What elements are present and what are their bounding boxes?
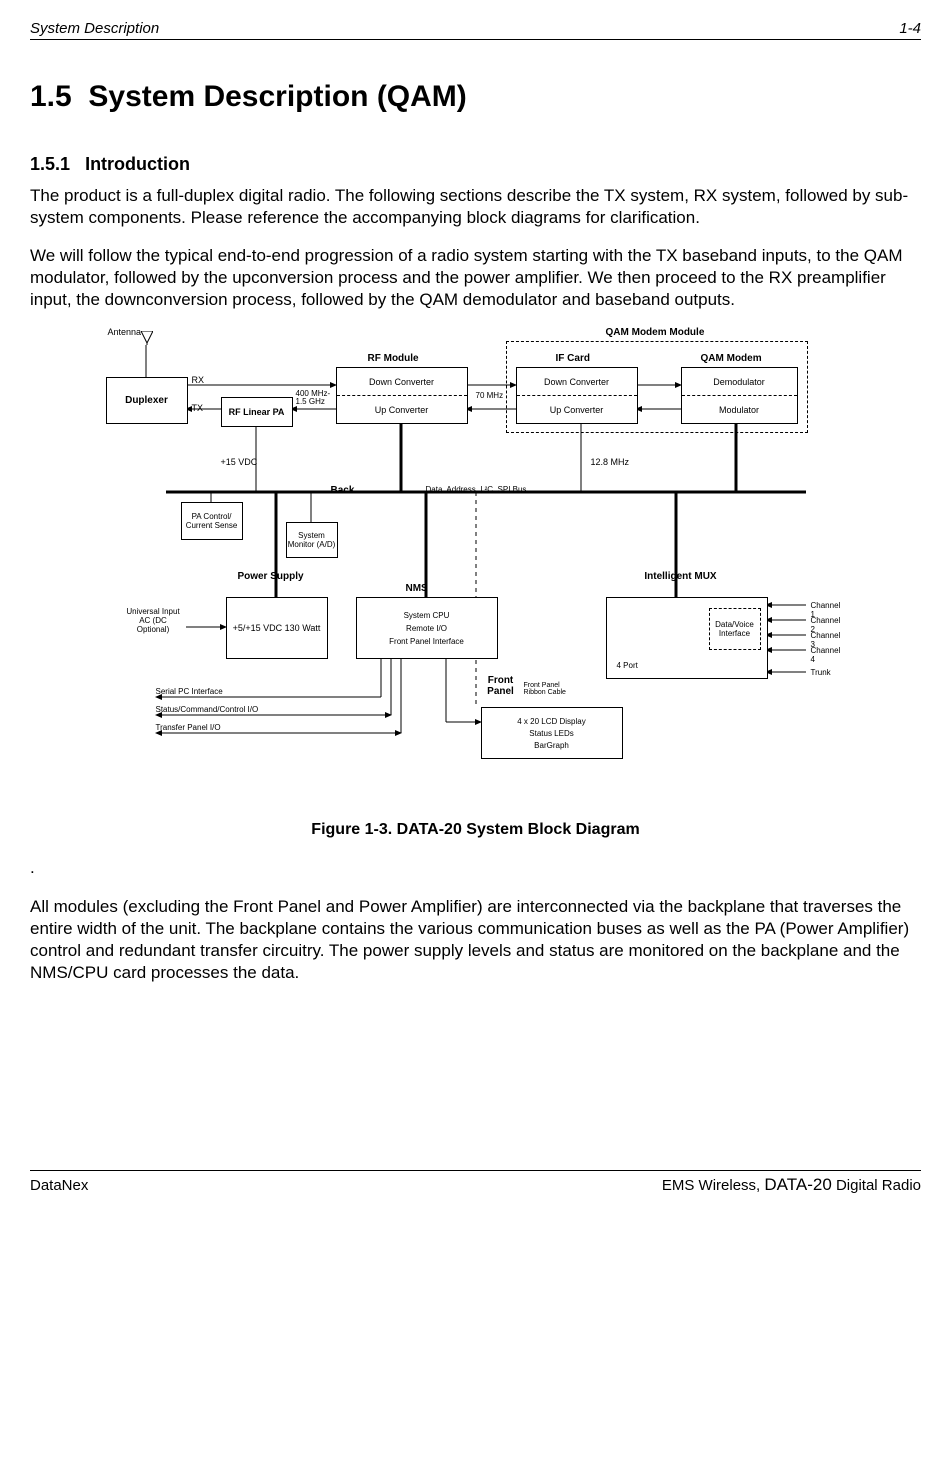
nms-box: System CPU Remote I/O Front Panel Interf… [356, 597, 498, 659]
rf-linear-pa-box: RF Linear PA [221, 397, 293, 427]
figure-caption: Figure 1-3. DATA-20 System Block Diagram [30, 821, 921, 839]
trunk-label: Trunk [811, 668, 831, 677]
subsection-number: 1.5.1 [30, 154, 70, 174]
footer-right-product: DATA-20 [764, 1175, 831, 1194]
rf-up-converter: Up Converter [337, 396, 467, 423]
rx-label: RX [192, 375, 205, 385]
if-down-converter: Down Converter [517, 368, 637, 396]
if-card-box: Down Converter Up Converter [516, 367, 638, 424]
footer-left: DataNex [30, 1177, 88, 1194]
antenna-icon [141, 331, 153, 347]
rf-module-box: Down Converter Up Converter [336, 367, 468, 424]
qam-modem-module-title: QAM Modem Module [606, 327, 705, 338]
front-panel-title: Front Panel [481, 675, 521, 697]
section-number: 1.5 [30, 80, 72, 113]
freq-rf-label: 400 MHz-1.5 GHz [296, 390, 332, 406]
section-name: System Description (QAM) [88, 80, 466, 113]
subsection-title: Introduction [85, 154, 190, 174]
mux-box: 4 Port Data/Voice Interface [606, 597, 768, 679]
header-left: System Description [30, 20, 159, 37]
fp-ribbon-label: Front Panel Ribbon Cable [524, 682, 569, 696]
nms-title: NMS [406, 583, 428, 594]
qam-modem-box: Demodulator Modulator [681, 367, 798, 424]
system-monitor-box: System Monitor (A/D) [286, 522, 338, 558]
tx-label: TX [192, 403, 204, 413]
fp-line2: Status LEDs [529, 729, 573, 738]
plus15vdc-label: +15 VDC [221, 457, 258, 467]
subsection-heading: 1.5.1 Introduction [30, 154, 921, 175]
if-70-label: 70 MHz [476, 391, 504, 400]
fp-line1: 4 x 20 LCD Display [517, 717, 585, 726]
if-card-title: IF Card [556, 353, 590, 364]
modulator: Modulator [682, 396, 797, 423]
fp-line3: BarGraph [534, 741, 569, 750]
if-up-converter: Up Converter [517, 396, 637, 423]
header-right: 1-4 [899, 20, 921, 37]
nms-line3: Front Panel Interface [389, 637, 464, 646]
power-supply-title: Power Supply [236, 571, 306, 582]
antenna-label: Antenna [108, 327, 142, 337]
footer-right: EMS Wireless, DATA-20 Digital Radio [662, 1175, 921, 1195]
duplexer-box: Duplexer [106, 377, 188, 424]
paragraph-1: The product is a full-duplex digital rad… [30, 185, 921, 229]
nms-line2: Remote I/O [406, 624, 447, 633]
ch4-label: Channel 4 [811, 646, 846, 664]
back-label: Back [331, 485, 355, 496]
footer-rule [30, 1170, 921, 1171]
paragraph-2: We will follow the typical end-to-end pr… [30, 245, 921, 311]
io1-label: Serial PC Interface [156, 687, 223, 696]
pa-control-box: PA Control/ Current Sense [181, 502, 243, 540]
footer-right-prefix: EMS Wireless, [662, 1177, 765, 1194]
io3-label: Transfer Panel I/O [156, 723, 221, 732]
khz128-label: 12.8 MHz [591, 457, 630, 467]
mux-datavoice: Data/Voice Interface [709, 608, 761, 650]
header-rule [30, 39, 921, 40]
section-title: 1.5 System Description (QAM) [30, 80, 921, 114]
nms-line1: System CPU [404, 611, 450, 620]
psu-box: +5/+15 VDC 130 Watt [226, 597, 328, 659]
io2-label: Status/Command/Control I/O [156, 705, 259, 714]
footer-right-suffix: Digital Radio [832, 1177, 921, 1194]
dot-line: . [30, 857, 921, 879]
qam-modem-title: QAM Modem [701, 353, 762, 364]
block-diagram: Antenna Duplexer RX TX RF Linear PA 400 … [106, 327, 846, 807]
paragraph-3: All modules (excluding the Front Panel a… [30, 896, 921, 984]
rf-down-converter: Down Converter [337, 368, 467, 396]
intelligent-mux-title: Intelligent MUX [641, 571, 721, 582]
mux-4port: 4 Port [617, 661, 638, 670]
universal-input-label: Universal Input AC (DC Optional) [126, 607, 181, 634]
rf-module-title: RF Module [368, 353, 419, 364]
front-panel-box: 4 x 20 LCD Display Status LEDs BarGraph [481, 707, 623, 759]
bus-label: Data, Address, I ²C, SPI Bus [426, 485, 527, 494]
demodulator: Demodulator [682, 368, 797, 396]
